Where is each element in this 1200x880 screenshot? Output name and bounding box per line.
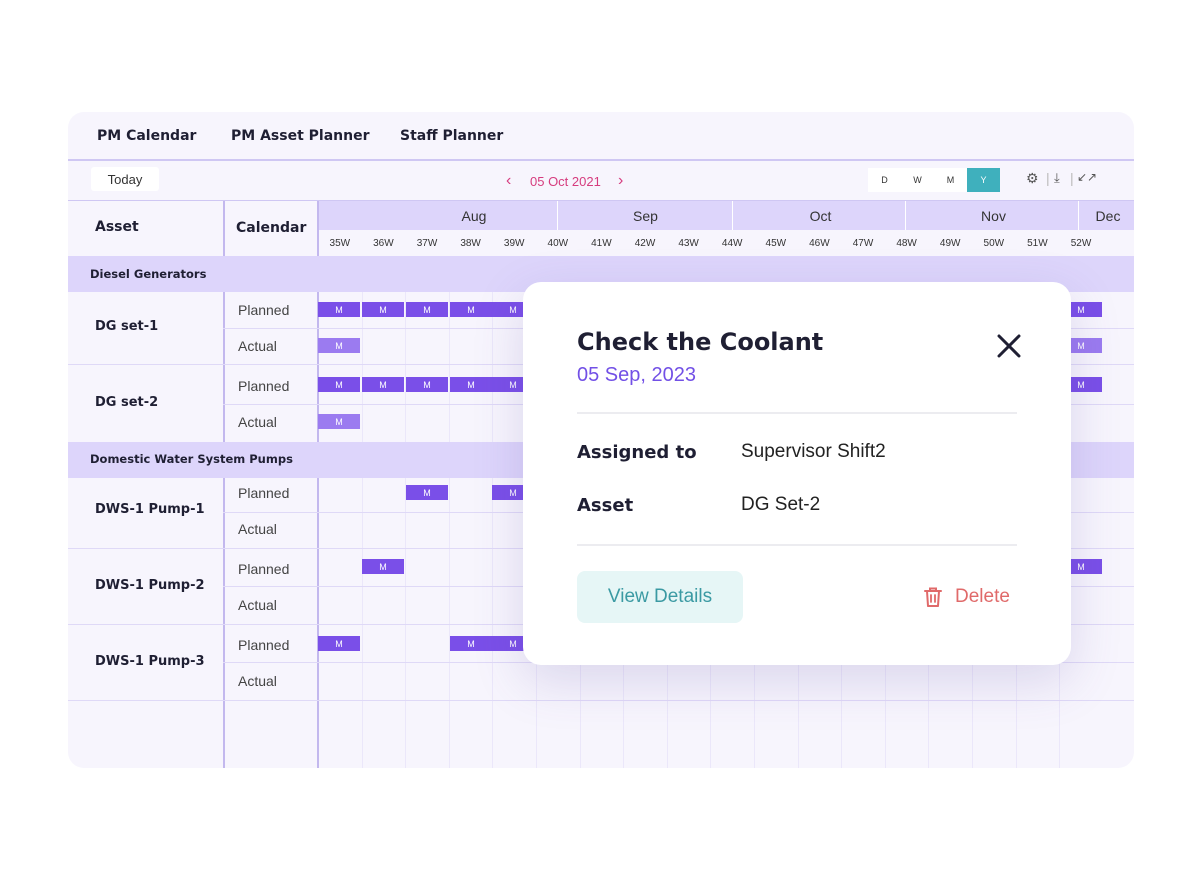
- planned-label: Planned: [238, 378, 290, 394]
- week-label: 50W: [983, 238, 1005, 249]
- view-details-button[interactable]: View Details: [577, 571, 743, 623]
- maintenance-marker[interactable]: M: [406, 377, 448, 392]
- tab-pm-calendar[interactable]: PM Calendar: [97, 128, 196, 144]
- maintenance-marker[interactable]: M: [406, 485, 448, 500]
- actual-label: Actual: [238, 338, 277, 354]
- month-divider: [732, 201, 733, 230]
- close-icon[interactable]: [993, 330, 1025, 362]
- actual-label: Actual: [238, 673, 277, 689]
- asset-name: DG set-2: [95, 395, 159, 410]
- view-year-button[interactable]: Y: [967, 168, 1000, 192]
- current-date: 05 Oct 2021: [530, 174, 601, 189]
- week-label: 52W: [1070, 238, 1092, 249]
- week-label: 37W: [416, 238, 438, 249]
- assigned-to-label: Assigned to: [577, 442, 697, 463]
- month-label: Aug: [461, 208, 487, 224]
- date-navigator: ‹ 05 Oct 2021 ›: [506, 172, 623, 189]
- row-divider: [68, 700, 1134, 701]
- popup-divider: [577, 544, 1017, 546]
- asset-name: DWS-1 Pump-3: [95, 654, 205, 669]
- maintenance-marker[interactable]: M: [406, 302, 448, 317]
- maintenance-marker[interactable]: M: [450, 636, 492, 651]
- asset-name: DWS-1 Pump-1: [95, 502, 205, 517]
- maintenance-marker[interactable]: M: [318, 414, 360, 429]
- tool-divider: |: [1070, 170, 1074, 186]
- tab-pm-asset-planner[interactable]: PM Asset Planner: [231, 128, 369, 144]
- asset-name: DWS-1 Pump-2: [95, 578, 205, 593]
- actual-label: Actual: [238, 521, 277, 537]
- week-label: 45W: [765, 238, 787, 249]
- week-label: 47W: [852, 238, 874, 249]
- week-label: 38W: [460, 238, 481, 249]
- week-label: 49W: [939, 238, 961, 249]
- month-divider: [905, 201, 906, 230]
- tab-divider: [68, 159, 1134, 161]
- actual-label: Actual: [238, 414, 277, 430]
- tab-bar: PM Calendar PM Asset Planner Staff Plann…: [68, 112, 1134, 160]
- month-label: Nov: [981, 208, 1006, 224]
- week-label: 35W: [329, 238, 351, 249]
- week-label: 39W: [503, 238, 525, 249]
- month-label: Oct: [809, 208, 832, 224]
- asset-name: DG set-1: [95, 319, 159, 334]
- asset-label: Asset: [577, 495, 634, 516]
- group-label-water-pumps: Domestic Water System Pumps: [90, 452, 293, 466]
- asset-column-header: Asset: [95, 219, 139, 235]
- view-week-button[interactable]: W: [901, 168, 934, 192]
- popup-title: Check the Coolant: [577, 328, 824, 356]
- assigned-to-value: Supervisor Shift2: [741, 441, 886, 462]
- view-switcher: D W M Y: [868, 168, 1000, 192]
- week-label: 40W: [547, 238, 569, 249]
- maintenance-marker[interactable]: M: [450, 302, 492, 317]
- planned-label: Planned: [238, 302, 290, 318]
- group-label-diesel-generators: Diesel Generators: [90, 267, 207, 281]
- month-label: Sep: [633, 208, 658, 224]
- collapse-icon[interactable]: ↙↗: [1077, 170, 1097, 184]
- week-label: 43W: [678, 238, 699, 249]
- chevron-right-icon[interactable]: ›: [618, 172, 623, 190]
- planned-label: Planned: [238, 485, 290, 501]
- popup-divider: [577, 412, 1017, 414]
- maintenance-marker[interactable]: M: [362, 302, 404, 317]
- week-label: 42W: [634, 238, 656, 249]
- view-month-button[interactable]: M: [934, 168, 967, 192]
- tab-staff-planner[interactable]: Staff Planner: [400, 128, 503, 144]
- maintenance-marker[interactable]: M: [362, 559, 404, 574]
- planned-label: Planned: [238, 561, 290, 577]
- actual-label: Actual: [238, 597, 277, 613]
- task-popup: Check the Coolant 05 Sep, 2023 Assigned …: [523, 282, 1071, 665]
- delete-label: Delete: [955, 586, 1010, 607]
- maintenance-marker[interactable]: M: [318, 302, 360, 317]
- calendar-column-header: Calendar: [236, 220, 307, 236]
- maintenance-marker[interactable]: M: [318, 338, 360, 353]
- popup-date: 05 Sep, 2023: [577, 364, 696, 386]
- view-day-button[interactable]: D: [868, 168, 901, 192]
- maintenance-marker[interactable]: M: [318, 636, 360, 651]
- maintenance-marker[interactable]: M: [362, 377, 404, 392]
- tool-divider: |: [1046, 170, 1050, 186]
- week-label: 51W: [1027, 238, 1048, 249]
- maintenance-marker[interactable]: M: [318, 377, 360, 392]
- gear-icon[interactable]: ⚙: [1026, 170, 1039, 187]
- week-label: 46W: [809, 238, 830, 249]
- planned-label: Planned: [238, 637, 290, 653]
- month-divider: [557, 201, 558, 230]
- month-divider: [1078, 201, 1079, 230]
- week-label: 36W: [373, 238, 394, 249]
- delete-button[interactable]: Delete: [923, 582, 1010, 612]
- today-button[interactable]: Today: [91, 167, 159, 191]
- maintenance-marker[interactable]: M: [450, 377, 492, 392]
- week-label: 41W: [591, 238, 612, 249]
- month-label: Dec: [1095, 208, 1121, 224]
- week-label: 48W: [896, 238, 917, 249]
- chevron-left-icon[interactable]: ‹: [506, 172, 511, 190]
- week-label: 44W: [721, 238, 743, 249]
- download-icon[interactable]: ⤓: [1054, 170, 1060, 186]
- asset-value: DG Set-2: [741, 494, 821, 515]
- trash-icon: [924, 587, 942, 607]
